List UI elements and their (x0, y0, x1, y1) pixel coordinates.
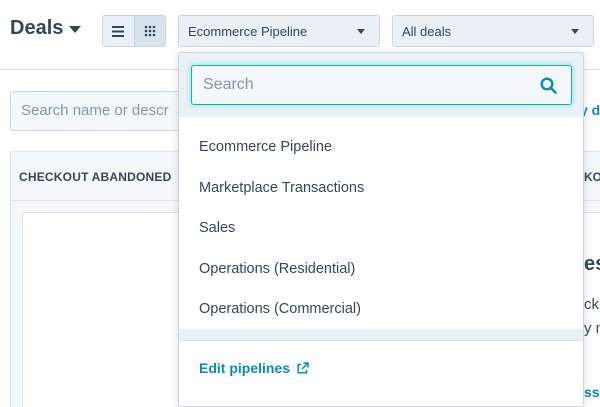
empty-state-text-line: y m (584, 320, 600, 337)
external-link-icon (297, 361, 309, 374)
list-icon (112, 25, 125, 37)
grid-icon (144, 25, 156, 37)
chevron-down-icon (571, 29, 579, 34)
pipeline-options-list: Ecommerce Pipeline Marketplace Transacti… (179, 127, 583, 330)
deals-filter-select[interactable]: All deals (392, 15, 594, 47)
deals-select-value: All deals (402, 23, 452, 39)
page-title: Deals (10, 17, 64, 39)
pipeline-search-input[interactable] (192, 66, 532, 104)
deals-title-menu[interactable]: Deals (10, 17, 82, 40)
dropdown-divider (179, 329, 583, 341)
edit-pipelines-link[interactable]: Edit pipelines (199, 360, 309, 376)
pipeline-option[interactable]: Ecommerce Pipeline (179, 127, 583, 168)
pipeline-option[interactable]: Operations (Commercial) (179, 289, 583, 330)
pipeline-option[interactable]: Sales (179, 208, 583, 249)
pipeline-select[interactable]: Ecommerce Pipeline (178, 15, 380, 47)
pipeline-option[interactable]: Operations (Residential) (179, 249, 583, 290)
pipeline-select-value: Ecommerce Pipeline (188, 23, 308, 39)
edit-pipelines-label: Edit pipelines (199, 360, 291, 376)
deal-search-input[interactable]: Search name or descr (10, 91, 200, 131)
list-view-button[interactable] (103, 16, 134, 46)
pipeline-option[interactable]: Marketplace Transactions (179, 168, 583, 209)
pipeline-search-box (191, 65, 572, 105)
dropdown-search-area (179, 53, 583, 117)
caret-down-icon (69, 26, 82, 33)
search-icon[interactable] (540, 77, 557, 94)
board-view-button[interactable] (133, 16, 165, 46)
pipeline-dropdown: Ecommerce Pipeline Marketplace Transacti… (178, 52, 584, 407)
empty-state-text-line: ck (584, 296, 599, 313)
empty-state-link[interactable]: ss i (584, 384, 600, 400)
chevron-down-icon (357, 29, 365, 34)
column-header-next: KOU (584, 151, 600, 201)
empty-state-heading: ess (584, 253, 600, 275)
view-toggle (102, 15, 166, 47)
column-header-checkout-abandoned: CHECKOUT ABANDONED (10, 151, 179, 201)
